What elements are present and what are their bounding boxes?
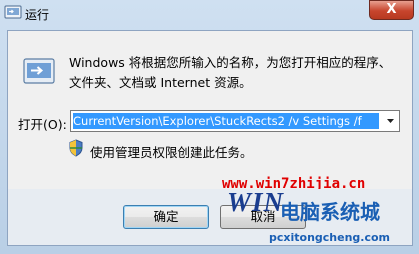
command-input[interactable]: CurrentVersion\Explorer\StuckRects2 /v S… <box>73 113 379 129</box>
logo-text: WIN <box>227 187 285 217</box>
ok-button[interactable]: 确定 <box>123 205 209 229</box>
window-title: 运行 <box>25 8 50 22</box>
open-command-combobox[interactable]: CurrentVersion\Explorer\StuckRects2 /v S… <box>70 110 400 132</box>
close-button[interactable]: X <box>369 0 414 20</box>
logo-chinese-text: 电脑系统城 <box>280 200 380 224</box>
logo-url: pcxitongcheng.com <box>269 231 391 244</box>
run-program-icon <box>23 58 55 84</box>
open-label: 打开(O): <box>18 117 67 132</box>
run-dialog: 运行 X Windows 将根据您所输入的名称，为您打开相应的程序、文件夹、文档… <box>0 0 419 254</box>
run-icon <box>4 5 22 19</box>
title-bar: 运行 X <box>0 0 419 28</box>
shield-icon <box>69 139 83 157</box>
close-icon: X <box>386 2 397 17</box>
watermark-logo: WIN 电脑系统城 pcxitongcheng.com <box>215 187 419 254</box>
admin-note: 使用管理员权限创建此任务。 <box>90 145 253 160</box>
chevron-down-icon[interactable] <box>382 111 399 131</box>
dialog-description: Windows 将根据您所输入的名称，为您打开相应的程序、文件夹、文档或 Int… <box>69 55 392 90</box>
